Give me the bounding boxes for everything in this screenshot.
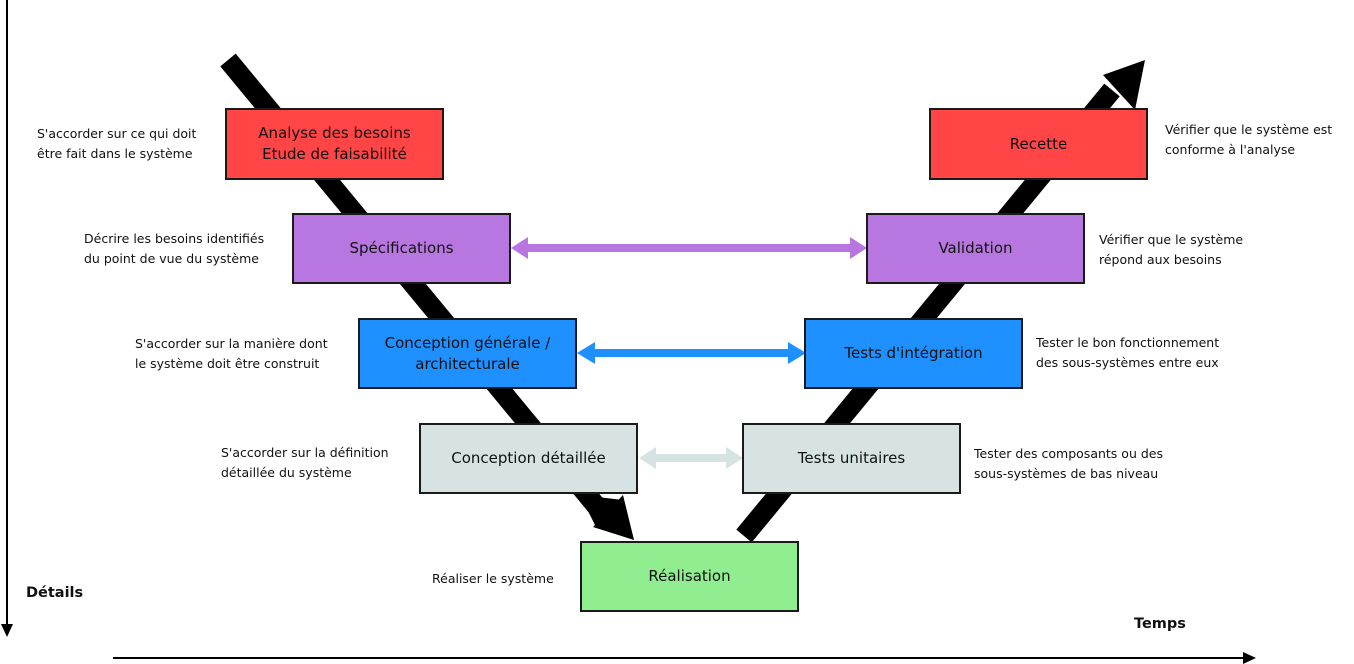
- link-detaillee-unitaires: [639, 447, 743, 469]
- phase-label: Spécifications: [349, 239, 454, 257]
- phase-box-recette[interactable]: Recette: [929, 108, 1148, 180]
- phase-description-tests-unitaires: Tester des composants ou des sous-systèm…: [974, 446, 1163, 481]
- phase-box-conception-detaillee[interactable]: Conception détaillée: [419, 423, 638, 494]
- horizontal-axis-arrowhead: [1243, 652, 1256, 664]
- phase-box-validation[interactable]: Validation: [866, 213, 1085, 284]
- phase-box-analyse-besoins[interactable]: Analyse des besoins Etude de faisabilité: [225, 108, 444, 180]
- phase-box-specifications[interactable]: Spécifications: [292, 213, 511, 284]
- phase-label: Recette: [1009, 134, 1068, 153]
- phase-label: Conception détaillée: [451, 449, 606, 467]
- phase-label: Tests unitaires: [797, 449, 906, 467]
- phase-label: Analyse des besoins Etude de faisabilité: [258, 124, 411, 163]
- phase-box-conception-generale[interactable]: Conception générale / architecturale: [358, 318, 577, 389]
- link-specifications-validation: [511, 237, 867, 259]
- horizontal-axis-label: Temps: [1134, 616, 1186, 632]
- phase-description-conception-detaillee: S'accorder sur la définition détaillée d…: [221, 445, 389, 480]
- phase-description-analyse-besoins: S'accorder sur ce qui doit être fait dan…: [37, 126, 197, 161]
- phase-description-validation: Vérifier que le système répond aux besoi…: [1099, 232, 1244, 267]
- phase-description-realisation: Réaliser le système: [432, 571, 554, 586]
- phase-box-realisation[interactable]: Réalisation: [580, 541, 799, 612]
- vertical-axis-arrowhead: [1, 624, 13, 637]
- phase-box-tests-unitaires[interactable]: Tests unitaires: [742, 423, 961, 494]
- phase-label: Conception générale / architecturale: [384, 333, 551, 373]
- phase-description-tests-integration: Tester le bon fonctionnement des sous-sy…: [1036, 335, 1220, 370]
- phase-description-recette: Vérifier que le système est conforme à l…: [1165, 122, 1333, 157]
- phase-label: Validation: [938, 239, 1013, 257]
- phase-label: Tests d'intégration: [844, 344, 983, 362]
- phase-description-specifications: Décrire les besoins identifiés du point …: [84, 231, 265, 266]
- link-conception-integration: [577, 342, 806, 364]
- phase-label: Réalisation: [648, 567, 731, 585]
- phase-description-conception-generale: S'accorder sur la manière dont le systèm…: [135, 336, 328, 371]
- phase-box-tests-integration[interactable]: Tests d'intégration: [804, 318, 1023, 389]
- vertical-axis-label: Détails: [26, 585, 84, 601]
